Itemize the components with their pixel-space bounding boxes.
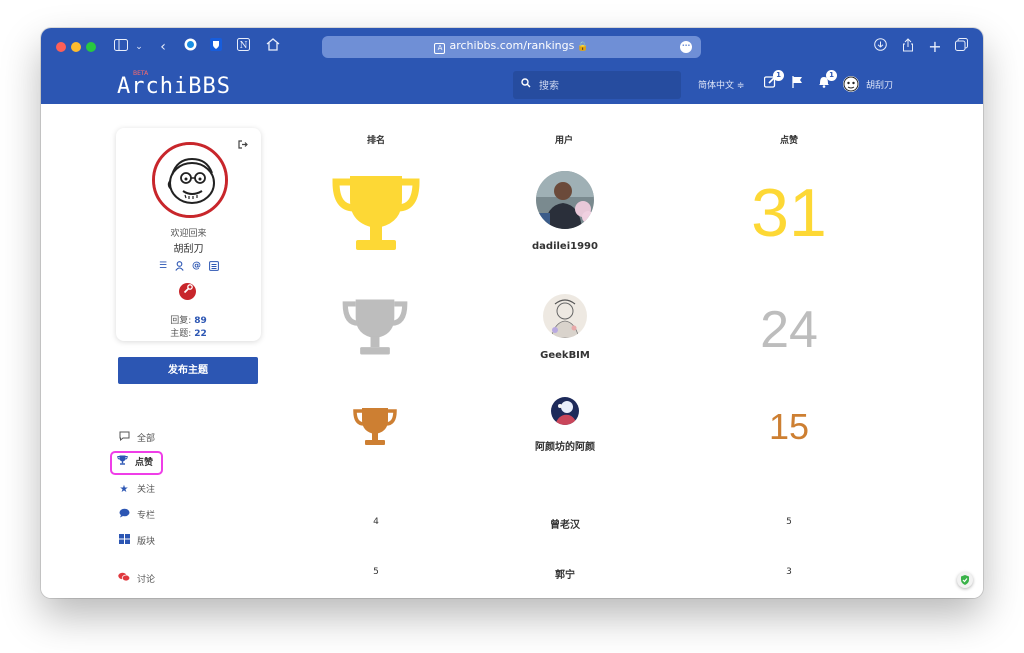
silver-trophy-icon xyxy=(342,298,408,360)
zoom-window-button[interactable] xyxy=(86,42,96,52)
extension-globe-icon[interactable] xyxy=(183,38,197,56)
username-link[interactable]: 阿颜坊的阿颜 xyxy=(511,438,619,453)
sidebar-item-follow[interactable]: ★ 关注 xyxy=(117,482,156,498)
page-content: 欢迎回来 胡刮刀 ☰ @ 回复: 89 主题: 22 发布主题 全部 点赞 ★ … xyxy=(41,104,983,598)
flag-icon[interactable] xyxy=(792,75,803,93)
sidebar-item-likes[interactable]: 点赞 xyxy=(110,451,164,475)
rank-number: 5 xyxy=(373,567,379,577)
user-column-header: 用户 xyxy=(554,136,573,146)
site-logo[interactable]: ArchiBBS xyxy=(117,74,231,99)
notifications-button[interactable]: 1 xyxy=(818,70,837,93)
at-sign-icon[interactable]: @ xyxy=(192,261,201,273)
likes-count: 31 xyxy=(751,175,827,251)
likes-count: 15 xyxy=(768,406,810,447)
search-input[interactable] xyxy=(537,77,671,95)
sidebar-item-discussion[interactable]: 讨论 xyxy=(117,572,155,588)
gold-trophy-icon xyxy=(332,174,420,256)
sidebar-item-all[interactable]: 全部 xyxy=(117,431,155,447)
tab-overview-icon[interactable] xyxy=(954,38,968,56)
publish-topic-button[interactable]: 发布主题 xyxy=(118,357,258,384)
settings-wrench-icon[interactable] xyxy=(179,283,196,300)
user-avatar[interactable] xyxy=(543,294,587,338)
list-icon[interactable]: ☰ xyxy=(159,261,167,273)
new-tab-icon[interactable]: + xyxy=(928,38,942,56)
user-avatar[interactable] xyxy=(843,76,859,92)
browser-toolbar: ⌄ ‹ N Aarchibbs.com/rankings 🔒 ⋯ + xyxy=(41,28,983,66)
chevron-down-icon[interactable]: ⌄ xyxy=(134,38,144,56)
topics-count: 主题: 22 xyxy=(170,329,207,339)
search-icon xyxy=(521,78,531,91)
chat-bubble-icon xyxy=(117,431,131,447)
username-link[interactable]: dadilei1990 xyxy=(511,241,619,252)
close-window-button[interactable] xyxy=(56,42,66,52)
download-icon[interactable] xyxy=(873,38,887,56)
share-icon[interactable] xyxy=(901,38,915,56)
security-shield-icon[interactable] xyxy=(957,572,973,588)
user-avatar[interactable] xyxy=(551,397,579,425)
minimize-window-button[interactable] xyxy=(71,42,81,52)
user-avatar[interactable] xyxy=(536,171,594,229)
lock-icon: 🔒 xyxy=(577,42,589,52)
sidebar-item-boards[interactable]: 版块 xyxy=(117,534,155,550)
likes-count: 3 xyxy=(786,567,792,577)
site-header: ArchiBBS BETA 简体中文 ≑ 1 1 胡刮刀 xyxy=(41,66,983,104)
profile-card: 欢迎回来 胡刮刀 ☰ @ 回复: 89 主题: 22 xyxy=(116,128,261,341)
rank-number: 4 xyxy=(373,517,379,527)
beta-label: BETA xyxy=(133,70,149,77)
likes-count: 24 xyxy=(760,301,818,359)
likes-count: 5 xyxy=(786,517,792,527)
rank-column-header: 排名 xyxy=(366,136,385,146)
notification-badge: 1 xyxy=(773,70,784,81)
logout-icon[interactable] xyxy=(238,140,248,152)
trophy-icon xyxy=(115,455,129,471)
bronze-trophy-icon xyxy=(353,407,397,450)
search-box[interactable] xyxy=(513,71,681,99)
document-icon[interactable] xyxy=(209,261,219,273)
site-favicon-icon: A xyxy=(434,43,446,54)
welcome-text: 欢迎回来 xyxy=(170,229,207,239)
bitwarden-extension-icon[interactable] xyxy=(209,38,223,56)
star-icon: ★ xyxy=(119,484,129,495)
notification-badge: 1 xyxy=(826,70,837,81)
sidebar-item-column[interactable]: 专栏 xyxy=(117,508,155,524)
browser-window: ⌄ ‹ N Aarchibbs.com/rankings 🔒 ⋯ + Archi… xyxy=(41,28,983,598)
notion-extension-icon[interactable]: N xyxy=(236,38,250,56)
home-icon[interactable] xyxy=(265,38,281,56)
more-options-icon[interactable]: ⋯ xyxy=(680,41,692,53)
person-icon[interactable] xyxy=(175,261,184,273)
grid-icon xyxy=(117,534,131,550)
username-link[interactable]: GeekBIM xyxy=(511,350,619,361)
comment-icon xyxy=(117,508,131,524)
discussion-icon xyxy=(117,572,131,588)
address-bar[interactable]: Aarchibbs.com/rankings 🔒 ⋯ xyxy=(322,36,701,58)
username-link[interactable]: 曾老汉 xyxy=(511,516,619,531)
url-text: Aarchibbs.com/rankings 🔒 xyxy=(322,39,701,54)
replies-count: 回复: 89 xyxy=(170,316,207,326)
sidebar-toggle-icon[interactable] xyxy=(113,38,129,56)
profile-name[interactable]: 胡刮刀 xyxy=(116,240,261,255)
profile-quick-links: ☰ @ xyxy=(159,261,219,273)
language-select[interactable]: 简体中文 ≑ xyxy=(698,78,744,91)
back-arrow-icon[interactable]: ‹ xyxy=(157,38,169,56)
svg-text:N: N xyxy=(239,41,247,51)
new-post-button[interactable]: 1 xyxy=(763,70,784,93)
username-link[interactable]: 郭宁 xyxy=(511,566,619,581)
likes-column-header: 点赞 xyxy=(779,136,798,146)
profile-avatar[interactable] xyxy=(152,142,228,218)
username-link[interactable]: 胡刮刀 xyxy=(866,78,893,91)
